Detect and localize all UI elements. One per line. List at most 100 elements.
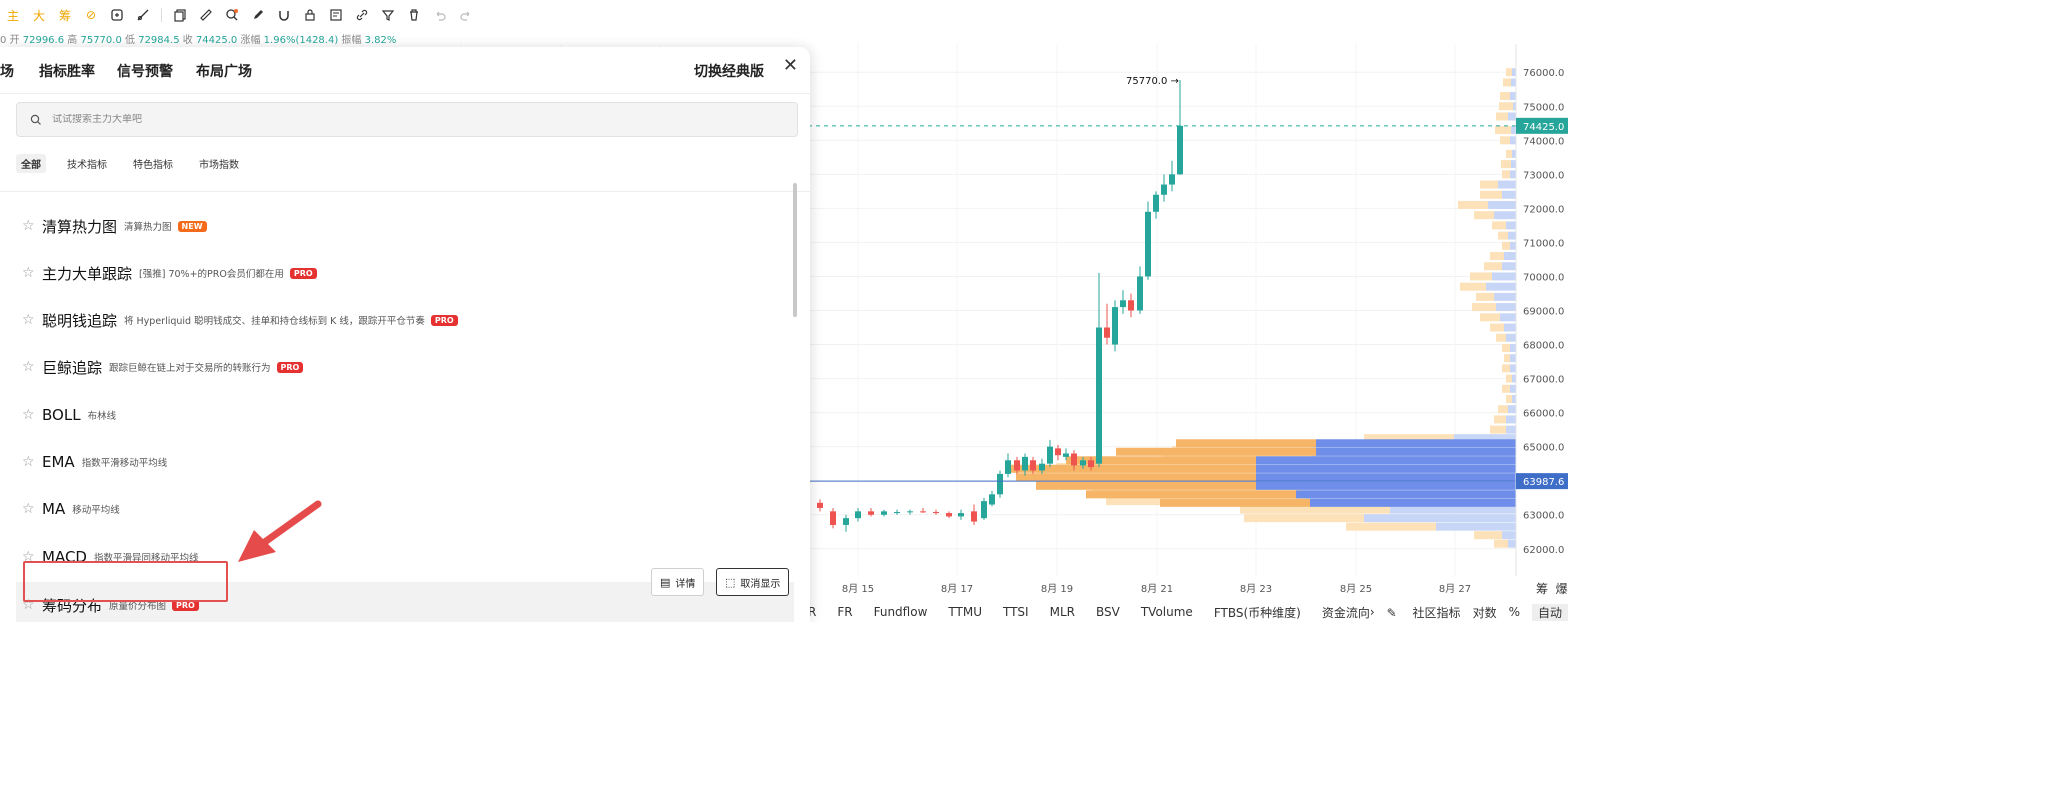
category-tab[interactable]: 全部	[16, 154, 46, 173]
indicator-tab[interactable]: BSV	[1096, 605, 1120, 619]
more-tabs-button[interactable]: ›	[1370, 605, 1375, 619]
candle-body	[1088, 460, 1094, 468]
volume-profile-bar	[1510, 92, 1516, 101]
volume-profile-bar	[1511, 78, 1516, 87]
refresh-icon[interactable]	[104, 4, 130, 26]
volume-profile-bar	[1511, 160, 1516, 169]
candle-body	[1177, 125, 1183, 175]
star-icon[interactable]: ☆	[16, 454, 42, 470]
candle-body	[1071, 453, 1077, 466]
detail-button[interactable]: ▤ 详情	[651, 568, 705, 596]
draw-line-icon[interactable]	[130, 4, 156, 26]
indicator-tab[interactable]: TVolume	[1141, 605, 1193, 619]
star-icon[interactable]: ☆	[16, 218, 42, 234]
volume-profile-bar	[1244, 514, 1364, 523]
auto-scale-button[interactable]: 自动	[1531, 603, 1568, 621]
candle-body	[989, 494, 995, 505]
magnet-icon[interactable]	[271, 4, 297, 26]
category-tab[interactable]: 特色指标	[128, 154, 178, 173]
indicator-tab[interactable]: FR	[837, 605, 852, 619]
pen-icon[interactable]	[245, 4, 271, 26]
candle-body	[1169, 174, 1175, 185]
volume-profile-bar	[1086, 490, 1296, 499]
star-icon[interactable]: ☆	[16, 407, 42, 423]
copy-icon[interactable]	[167, 4, 193, 26]
candle-body	[1055, 448, 1061, 456]
indicator-item[interactable]: ☆ 主力大单跟踪 [强推] 70%+的PRO会员们都在用 PRO	[16, 250, 794, 296]
category-tab[interactable]: 技术指标	[62, 154, 112, 173]
tab-indicator-winrate[interactable]: 指标胜率	[39, 61, 95, 81]
link-icon[interactable]	[349, 4, 375, 26]
candle-body	[1022, 456, 1028, 471]
search-icon	[30, 114, 41, 125]
divider	[0, 191, 810, 192]
indicator-item[interactable]: ☆ 清算热力图 清算热力图 NEW	[16, 203, 794, 249]
template-icon[interactable]	[323, 4, 349, 26]
indicator-tab[interactable]: TTSI	[1003, 605, 1029, 619]
indicator-tab[interactable]: FTBS(币种维度)	[1214, 604, 1301, 621]
search-input[interactable]	[52, 114, 752, 125]
volume-profile-bar	[1492, 272, 1516, 281]
indicator-item[interactable]: ☆ MA 移动平均线	[16, 486, 794, 532]
star-icon[interactable]: ☆	[16, 501, 42, 517]
redo-icon[interactable]	[453, 4, 479, 26]
volume-profile-bar	[1160, 498, 1310, 507]
percent-scale-button[interactable]: %	[1509, 605, 1520, 619]
tab-plaza[interactable]: 场	[0, 61, 14, 81]
star-icon[interactable]: ☆	[16, 359, 42, 375]
tab-layout-plaza[interactable]: 布局广场	[196, 61, 252, 81]
candle-body	[958, 513, 964, 517]
high-annotation: 75770.0 →	[1126, 76, 1179, 87]
indicator-tab[interactable]: MLR	[1050, 605, 1075, 619]
price-tick: 74000.0	[1523, 136, 1564, 147]
tab-signal-alert[interactable]: 信号预警	[117, 61, 173, 81]
indicator-tab[interactable]: TTMU	[948, 605, 982, 619]
candle-body	[1128, 300, 1134, 311]
indicator-item[interactable]: ☆ BOLL 布林线	[16, 392, 794, 438]
volume-profile-bar	[1512, 68, 1516, 77]
price-tick: 67000.0	[1523, 375, 1564, 386]
volume-profile-bar	[1506, 333, 1516, 342]
toolbar-divider	[161, 8, 162, 22]
trash-icon[interactable]	[401, 4, 427, 26]
close-icon[interactable]: ✕	[783, 55, 798, 76]
eraser-icon[interactable]: ⊘	[78, 4, 104, 26]
lock-icon[interactable]	[297, 4, 323, 26]
volume-profile-bar	[1240, 505, 1390, 514]
candle-body	[1030, 460, 1036, 471]
indicator-tab[interactable]: Fundflow	[874, 605, 928, 619]
indicator-item[interactable]: ☆ EMA 指数平滑移动平均线	[16, 439, 794, 485]
list-scrollbar[interactable]	[793, 183, 797, 317]
volume-profile-bar	[1510, 241, 1516, 250]
community-indicator-button[interactable]: ✎ 社区指标	[1387, 604, 1461, 621]
hide-indicator-button[interactable]: ⬚ 取消显示	[716, 568, 790, 596]
switch-classic-button[interactable]: 切换经典版	[694, 61, 764, 81]
volume-profile-bar	[1256, 456, 1516, 465]
star-icon[interactable]: ☆	[16, 312, 42, 328]
indicator-item[interactable]: ☆ 巨鲸追踪 跟踪巨鲸在链上对于交易所的转账行为 PRO	[16, 344, 794, 390]
volume-profile-bar	[1494, 211, 1516, 220]
bottom-right-controls: › ✎ 社区指标 对数 % 自动	[1358, 602, 1568, 622]
main-force-tool[interactable]: 主	[0, 4, 26, 26]
candle-body	[843, 518, 849, 525]
filter-icon[interactable]	[375, 4, 401, 26]
volume-profile-bar	[1503, 78, 1511, 87]
big-order-tool[interactable]: 大	[26, 4, 52, 26]
volume-profile-bar	[1506, 149, 1512, 158]
ruler-icon[interactable]	[193, 4, 219, 26]
category-tab[interactable]: 市场指数	[194, 154, 244, 173]
burst-corner-label[interactable]: 爆	[1556, 582, 1568, 596]
indicator-description: 移动平均线	[72, 505, 120, 516]
zoom-icon[interactable]	[219, 4, 245, 26]
log-scale-button[interactable]: 对数	[1473, 604, 1497, 621]
star-icon[interactable]: ☆	[16, 265, 42, 281]
chip-corner-label[interactable]: 筹	[1536, 582, 1548, 596]
volume-profile-bar	[1512, 374, 1516, 383]
volume-profile-bar	[1256, 464, 1516, 473]
volume-profile-bar	[1480, 180, 1498, 189]
undo-icon[interactable]	[427, 4, 453, 26]
chip-tool[interactable]: 筹	[52, 4, 78, 26]
indicator-item[interactable]: ☆ 聪明钱追踪将 Hyperliquid 聪明钱成交、挂单和持仓线标到 K 线，跟…	[16, 297, 794, 343]
search-box[interactable]	[16, 102, 798, 137]
price-tick: 66000.0	[1523, 409, 1564, 420]
